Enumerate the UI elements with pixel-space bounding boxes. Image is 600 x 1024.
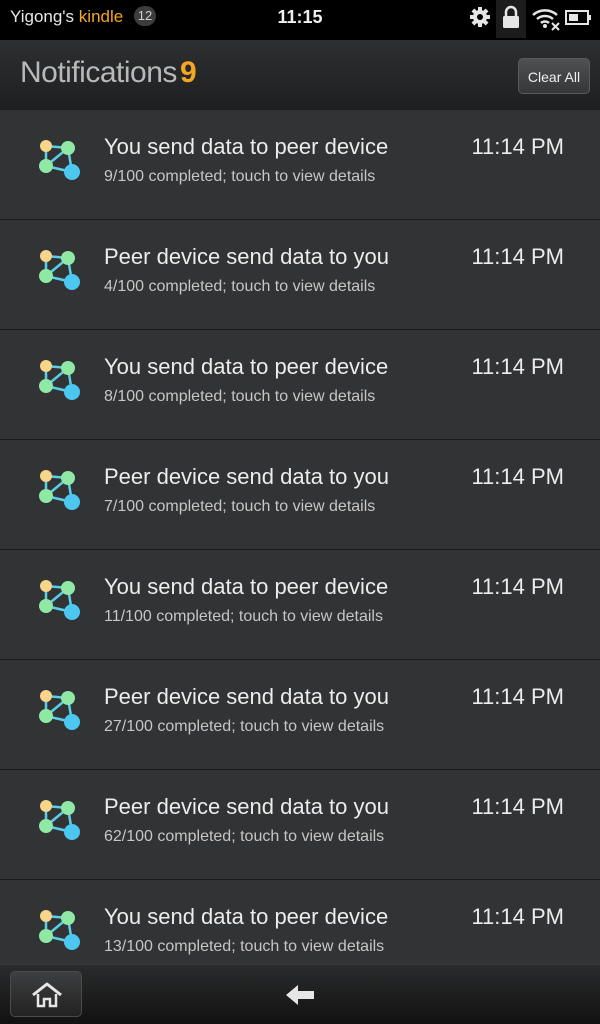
notification-title: You send data to peer device	[104, 134, 389, 159]
notification-item[interactable]: You send data to peer device 9/100 compl…	[0, 110, 600, 220]
notification-time: 11:14 PM	[471, 684, 564, 709]
notification-item[interactable]: Peer device send data to you 4/100 compl…	[0, 220, 600, 330]
notification-time: 11:14 PM	[471, 904, 564, 929]
notification-time: 11:14 PM	[471, 464, 564, 489]
notification-detail: 62/100 completed; touch to view details	[104, 828, 385, 845]
lock-icon[interactable]	[496, 0, 526, 38]
network-transfer-icon	[38, 908, 82, 952]
notification-title: Peer device send data to you	[104, 464, 389, 489]
notification-detail: 8/100 completed; touch to view details	[104, 388, 376, 405]
kindle-screen: Yigong's kindle 12 11:15 Notifications 9…	[0, 0, 600, 1024]
notification-item[interactable]: Peer device send data to you 27/100 comp…	[0, 660, 600, 770]
page-title: Notifications	[20, 56, 177, 89]
notification-title: Peer device send data to you	[104, 244, 389, 269]
notification-time: 11:14 PM	[471, 134, 564, 159]
notification-item[interactable]: Peer device send data to you 7/100 compl…	[0, 440, 600, 550]
network-transfer-icon	[38, 248, 82, 292]
notification-title: You send data to peer device	[104, 354, 389, 379]
notification-list[interactable]: You send data to peer device 9/100 compl…	[0, 110, 600, 964]
notification-title: Peer device send data to you	[104, 684, 389, 709]
status-bar: Yigong's kindle 12 11:15	[0, 0, 600, 40]
nav-bar	[0, 964, 600, 1024]
gear-icon[interactable]	[466, 4, 496, 32]
notification-item[interactable]: You send data to peer device 8/100 compl…	[0, 330, 600, 440]
network-transfer-icon	[38, 468, 82, 512]
notification-detail: 13/100 completed; touch to view details	[104, 938, 385, 955]
network-transfer-icon	[38, 138, 82, 182]
home-icon	[32, 982, 62, 1008]
notification-title: You send data to peer device	[104, 904, 389, 929]
notification-detail: 9/100 completed; touch to view details	[104, 168, 376, 185]
notification-item[interactable]: You send data to peer device 13/100 comp…	[0, 880, 600, 964]
notification-title: Peer device send data to you	[104, 794, 389, 819]
notifications-header: Notifications 9 Clear All	[0, 40, 600, 111]
network-transfer-icon	[38, 358, 82, 402]
notification-time: 11:14 PM	[471, 244, 564, 269]
notification-time: 11:14 PM	[471, 354, 564, 379]
notification-time: 11:14 PM	[471, 794, 564, 819]
battery-icon[interactable]	[564, 4, 594, 32]
network-transfer-icon	[38, 688, 82, 732]
notification-detail: 11/100 completed; touch to view details	[104, 608, 383, 625]
notification-detail: 7/100 completed; touch to view details	[104, 498, 376, 515]
notification-title: You send data to peer device	[104, 574, 389, 599]
back-button[interactable]	[276, 973, 324, 1017]
notification-item[interactable]: You send data to peer device 11/100 comp…	[0, 550, 600, 660]
notification-detail: 27/100 completed; touch to view details	[104, 718, 385, 735]
network-transfer-icon	[38, 798, 82, 842]
notification-item[interactable]: Peer device send data to you 62/100 comp…	[0, 770, 600, 880]
home-button[interactable]	[10, 971, 82, 1017]
network-transfer-icon	[38, 578, 82, 622]
wifi-icon[interactable]	[530, 4, 560, 32]
clear-all-button[interactable]: Clear All	[518, 58, 590, 94]
notification-detail: 4/100 completed; touch to view details	[104, 278, 376, 295]
notifications-count: 9	[180, 56, 197, 89]
notification-time: 11:14 PM	[471, 574, 564, 599]
back-arrow-icon	[286, 985, 314, 1005]
